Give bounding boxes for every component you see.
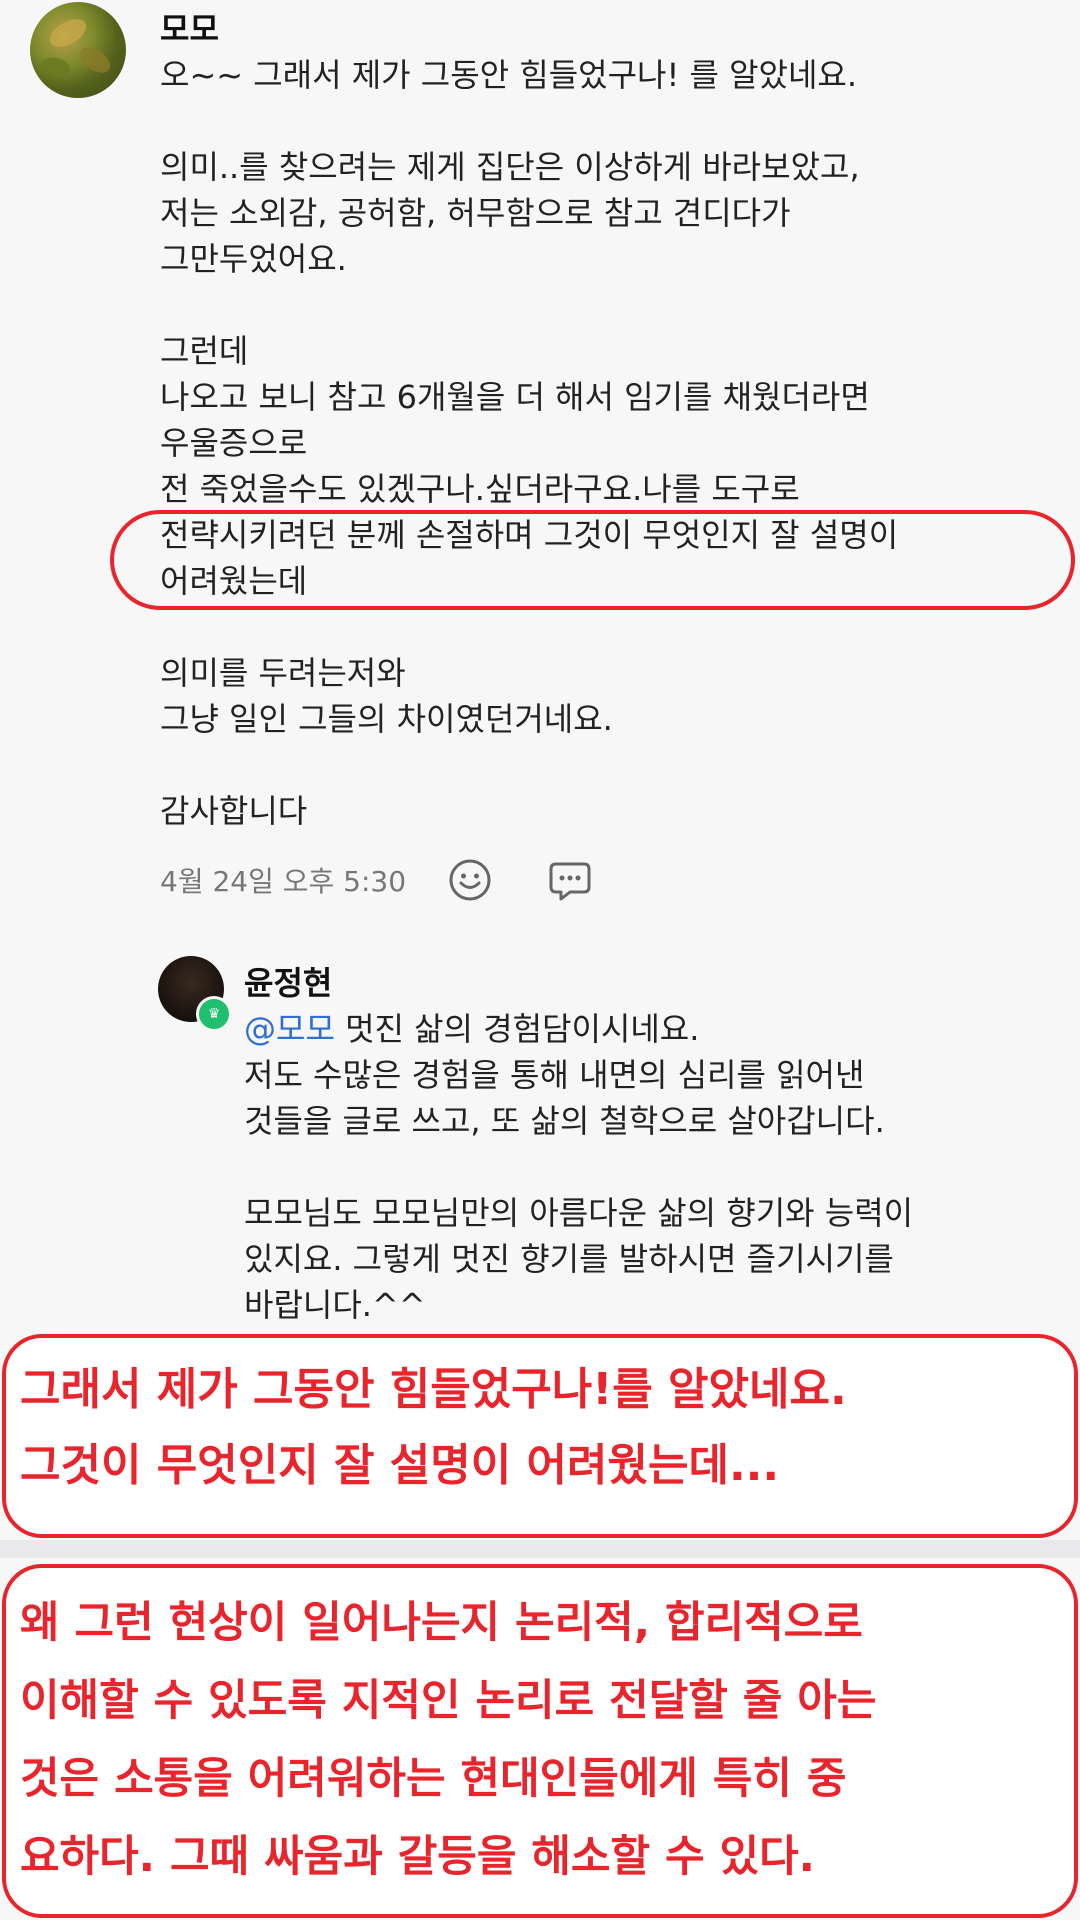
reply-author-name[interactable]: 윤정현 [244,958,332,1004]
reply-first-line-text: 멋진 삶의 경험담이시네요. [334,1010,700,1048]
commenter-avatar[interactable] [30,2,126,98]
comment-author-name[interactable]: 모모 [160,4,219,50]
reply-body: 저도 수많은 경험을 통해 내면의 심리를 읽어낸 것들을 글로 쓰고, 또 삶… [244,1056,914,1324]
speech-bubble-icon[interactable] [548,858,592,902]
annotation-text-1: 그래서 제가 그동안 힘들었구나!를 알았네요. 그것이 무엇인지 잘 설명이 … [20,1364,847,1491]
crown-icon: ♛ [196,996,232,1032]
comment-body: 오~~ 그래서 제가 그동안 힘들었구나! 를 알았네요. 의미..를 찾으려는… [160,56,899,830]
comment-timestamp: 4월 24일 오후 5:30 [160,865,407,898]
annotation-text-2: 왜 그런 현상이 일어나는지 논리적, 합리적으로 이해할 수 있도록 지적인 … [20,1598,877,1882]
smiley-face-icon[interactable] [448,858,492,902]
highlight-annotation-oval [110,510,1075,610]
reply-first-line: @모모 멋진 삶의 경험담이시네요. [244,1006,1064,1052]
divider [0,1540,1080,1558]
mention-link[interactable]: @모모 [244,1010,335,1048]
